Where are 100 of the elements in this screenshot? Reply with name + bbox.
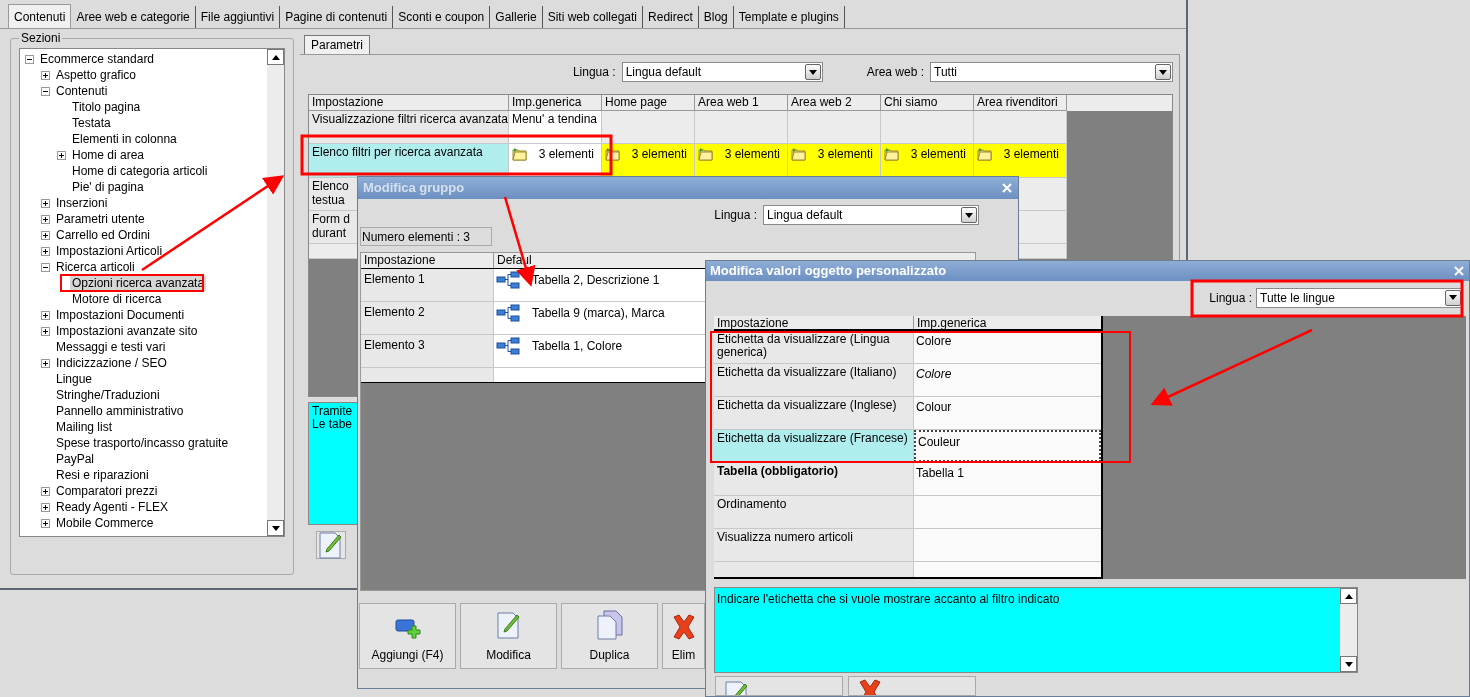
tab[interactable]: Contenuti (8, 4, 72, 28)
tab[interactable]: Template e plugins (733, 6, 845, 28)
grid-cell[interactable] (914, 528, 1101, 561)
collapse-icon[interactable] (41, 262, 50, 272)
scroll-up-icon[interactable] (267, 49, 284, 65)
tree-item[interactable]: Home di categoria articoli (70, 163, 210, 179)
tab[interactable]: Aree web e categorie (71, 6, 196, 28)
expand-icon[interactable] (41, 518, 50, 528)
scroll-down-icon[interactable] (267, 520, 284, 536)
tree-item[interactable]: Mobile Commerce (54, 515, 156, 531)
grid-cell[interactable]: Etichetta da visualizzare (Inglese) (714, 396, 914, 429)
grid-cell[interactable]: Elemento 3 (361, 335, 494, 367)
tree-item[interactable]: Testata (70, 115, 113, 131)
grid-cell[interactable]: Couleur (914, 429, 1101, 462)
close-icon[interactable] (1453, 264, 1465, 277)
tree-item[interactable]: Motore di ricerca (70, 291, 164, 307)
grid-cell[interactable]: 3 elementi (974, 144, 1067, 178)
language-select[interactable]: Lingua default (763, 205, 979, 225)
tree-item[interactable]: Ready Agenti - FLEX (54, 499, 171, 515)
scroll-up-icon[interactable] (1340, 588, 1357, 604)
grid-cell[interactable]: Colour (914, 396, 1101, 429)
tree-item[interactable]: Comparatori prezzi (54, 483, 160, 499)
language-select[interactable]: Tutti (930, 62, 1173, 82)
scroll-down-icon[interactable] (1340, 656, 1357, 672)
tree-item[interactable]: Ricerca articoli (54, 259, 137, 275)
column-header[interactable]: Impostazione (714, 315, 914, 329)
grid-cell[interactable]: Elemento 1 (361, 269, 494, 301)
tree-item[interactable]: Resi e riparazioni (54, 467, 151, 483)
expand-icon[interactable] (57, 150, 66, 160)
expand-icon[interactable] (41, 246, 50, 256)
expand-icon[interactable] (41, 214, 50, 224)
tree-item[interactable]: Impostazioni avanzate sito (54, 323, 200, 339)
tree-item[interactable]: Stringhe/Traduzioni (54, 387, 162, 403)
expand-icon[interactable] (41, 502, 50, 512)
tab[interactable]: Pagine di contenuti (280, 6, 394, 28)
expand-icon[interactable] (41, 230, 50, 240)
expand-icon[interactable] (41, 486, 50, 496)
tab[interactable]: File aggiuntivi (195, 6, 281, 28)
tree-item[interactable]: Impostazioni Documenti (54, 307, 187, 323)
grid-cell[interactable]: Tabella 2, Descrizione 1 (532, 271, 660, 289)
tree-item[interactable]: Inserzioni (54, 195, 110, 211)
tree-item[interactable]: Impostazioni Articoli (54, 243, 165, 259)
grid-cell[interactable]: Elemento 2 (361, 302, 494, 334)
action-button[interactable]: Modifica (460, 603, 557, 669)
tree-item[interactable]: Titolo pagina (70, 99, 143, 115)
grid-cell[interactable]: Tabella (obbligatorio) (714, 462, 914, 495)
scrollbar[interactable] (267, 49, 284, 536)
language-select[interactable]: Lingua default (621, 62, 823, 82)
column-header[interactable]: Imp.generica (914, 315, 1101, 329)
grid-cell[interactable]: Tabella 1, Colore (532, 337, 623, 355)
action-button[interactable] (848, 676, 976, 696)
tree-item[interactable]: Carrello ed Ordini (54, 227, 153, 243)
tree-item[interactable]: Pannello amministrativo (54, 403, 186, 419)
expand-icon[interactable] (41, 326, 50, 336)
action-button[interactable]: Elim (662, 603, 705, 669)
tree-item[interactable]: Parametri utente (54, 211, 147, 227)
expand-icon[interactable] (41, 358, 50, 368)
tree-item[interactable]: Spese trasporto/incasso gratuite (54, 435, 231, 451)
tab[interactable]: Siti web collegati (542, 6, 644, 28)
grid-cell[interactable]: Etichetta da visualizzare (Italiano) (714, 363, 914, 396)
tree-item[interactable]: Aspetto grafico (54, 67, 139, 83)
expand-icon[interactable] (41, 198, 50, 208)
edit-button[interactable] (316, 531, 346, 559)
grid-cell[interactable]: Visualizza numero articoli (714, 528, 914, 561)
tab[interactable]: Blog (698, 6, 734, 28)
column-header[interactable]: Impostazione (361, 253, 494, 268)
grid-cell[interactable]: 3 elementi (788, 144, 881, 178)
expand-icon[interactable] (41, 310, 50, 320)
scrollbar[interactable] (1340, 588, 1357, 672)
tree-item[interactable]: PayPal (54, 451, 97, 467)
grid-cell[interactable]: Tabella 1 (914, 462, 1101, 495)
tree-item[interactable]: Lingue (54, 371, 95, 387)
collapse-icon[interactable] (41, 86, 50, 96)
grid-cell[interactable]: 3 elementi (602, 144, 695, 178)
tree-item[interactable]: Contenuti (54, 83, 110, 99)
tree-item[interactable]: Messaggi e testi vari (54, 339, 168, 355)
grid-cell[interactable]: 3 elementi (695, 144, 788, 178)
collapse-icon[interactable] (25, 54, 34, 64)
tab[interactable]: Gallerie (490, 6, 543, 28)
tree-item[interactable]: Ecommerce standard (38, 51, 157, 67)
parameters-tab[interactable]: Parametri (304, 35, 370, 54)
action-button[interactable]: Aggiungi (F4) (359, 603, 456, 669)
language-select[interactable]: Tutte le lingue (1256, 287, 1463, 308)
tree-item[interactable]: Home di area (70, 147, 147, 163)
grid-cell[interactable]: Colore (914, 363, 1101, 396)
grid-cell[interactable]: Elenco filtri per ricerca avanzata (309, 144, 509, 178)
action-button[interactable]: Duplica (561, 603, 658, 669)
grid-cell[interactable]: Tabella 9 (marca), Marca (532, 304, 665, 322)
expand-icon[interactable] (41, 70, 50, 80)
grid-cell[interactable]: Ordinamento (714, 495, 914, 528)
tree-item[interactable]: Mailing list (54, 419, 114, 435)
grid-cell[interactable]: Etichetta da visualizzare (Francese) (714, 429, 914, 462)
close-icon[interactable] (1001, 182, 1013, 194)
tree-item[interactable]: Pie' di pagina (70, 179, 146, 195)
grid-cell[interactable] (914, 495, 1101, 528)
tree-item[interactable]: Indicizzazione / SEO (54, 355, 169, 371)
tab[interactable]: Redirect (643, 6, 699, 28)
tree-item[interactable]: Elementi in colonna (70, 131, 179, 147)
tab[interactable]: Sconti e coupon (393, 6, 491, 28)
grid-cell[interactable]: 3 elementi (881, 144, 974, 178)
